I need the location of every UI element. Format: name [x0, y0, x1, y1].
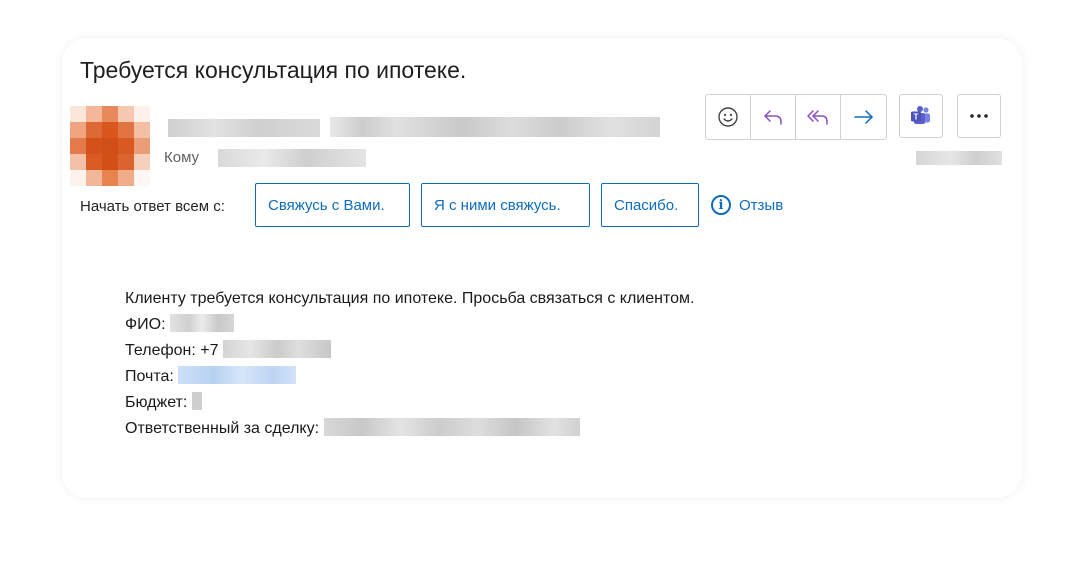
forward-icon	[853, 110, 873, 124]
email-subject: Требуется консультация по ипотеке.	[80, 57, 467, 83]
info-icon: i	[711, 195, 731, 215]
reply-all-button[interactable]	[796, 95, 841, 139]
redacted-email-link[interactable]	[178, 366, 297, 384]
redacted-phone	[222, 340, 331, 358]
phone-label: Телефон: +7	[125, 342, 219, 359]
emoji-icon	[718, 107, 738, 127]
redacted-recipient[interactable]	[218, 149, 366, 167]
mail-label: Почта:	[125, 368, 174, 385]
responsible-label: Ответственный за сделку:	[125, 420, 320, 437]
reply-icon	[764, 110, 782, 125]
redacted-fio	[170, 314, 235, 332]
to-label: Кому	[164, 149, 200, 166]
message-actions-toolbar	[705, 94, 887, 140]
budget-label: Бюджет:	[125, 394, 188, 411]
emoji-reaction-button[interactable]	[706, 95, 751, 139]
body-budget-row: Бюджет:	[125, 390, 694, 416]
forward-button[interactable]	[841, 95, 886, 139]
recipients-line: Кому	[164, 149, 366, 167]
body-intro: Клиенту требуется консультация по ипотек…	[125, 290, 695, 307]
more-icon	[970, 114, 988, 118]
reply-button[interactable]	[751, 95, 796, 139]
fio-label: ФИО:	[125, 316, 166, 333]
message-body: Клиенту требуется консультация по ипотек…	[125, 286, 694, 442]
body-phone-row: Телефон: +7	[125, 338, 694, 364]
feedback-link[interactable]: i Отзыв	[711, 195, 783, 215]
svg-text:T: T	[914, 113, 919, 122]
redacted-responsible	[323, 418, 580, 436]
sender-avatar[interactable]	[70, 106, 150, 186]
redacted-budget	[191, 392, 202, 410]
redacted-sender-name	[168, 119, 320, 137]
body-fio-row: ФИО:	[125, 312, 694, 338]
quick-reply-label: Начать ответ всем с:	[80, 198, 225, 215]
more-actions-button[interactable]	[957, 94, 1001, 138]
body-responsible-row: Ответственный за сделку:	[125, 416, 694, 442]
body-mail-row: Почта:	[125, 364, 694, 390]
teams-icon: T	[911, 106, 930, 124]
quick-reply-3[interactable]: Спасибо.	[601, 183, 699, 227]
quick-reply-2[interactable]: Я с ними свяжусь.	[421, 183, 590, 227]
teams-chat-button[interactable]: T	[899, 94, 943, 138]
sender-name-redacted[interactable]	[168, 113, 668, 141]
reply-all-icon	[807, 110, 828, 125]
feedback-label: Отзыв	[739, 196, 784, 214]
redacted-sender-email	[330, 117, 660, 137]
quick-reply-1[interactable]: Свяжусь с Вами.	[255, 183, 410, 227]
redacted-date	[916, 151, 1002, 165]
